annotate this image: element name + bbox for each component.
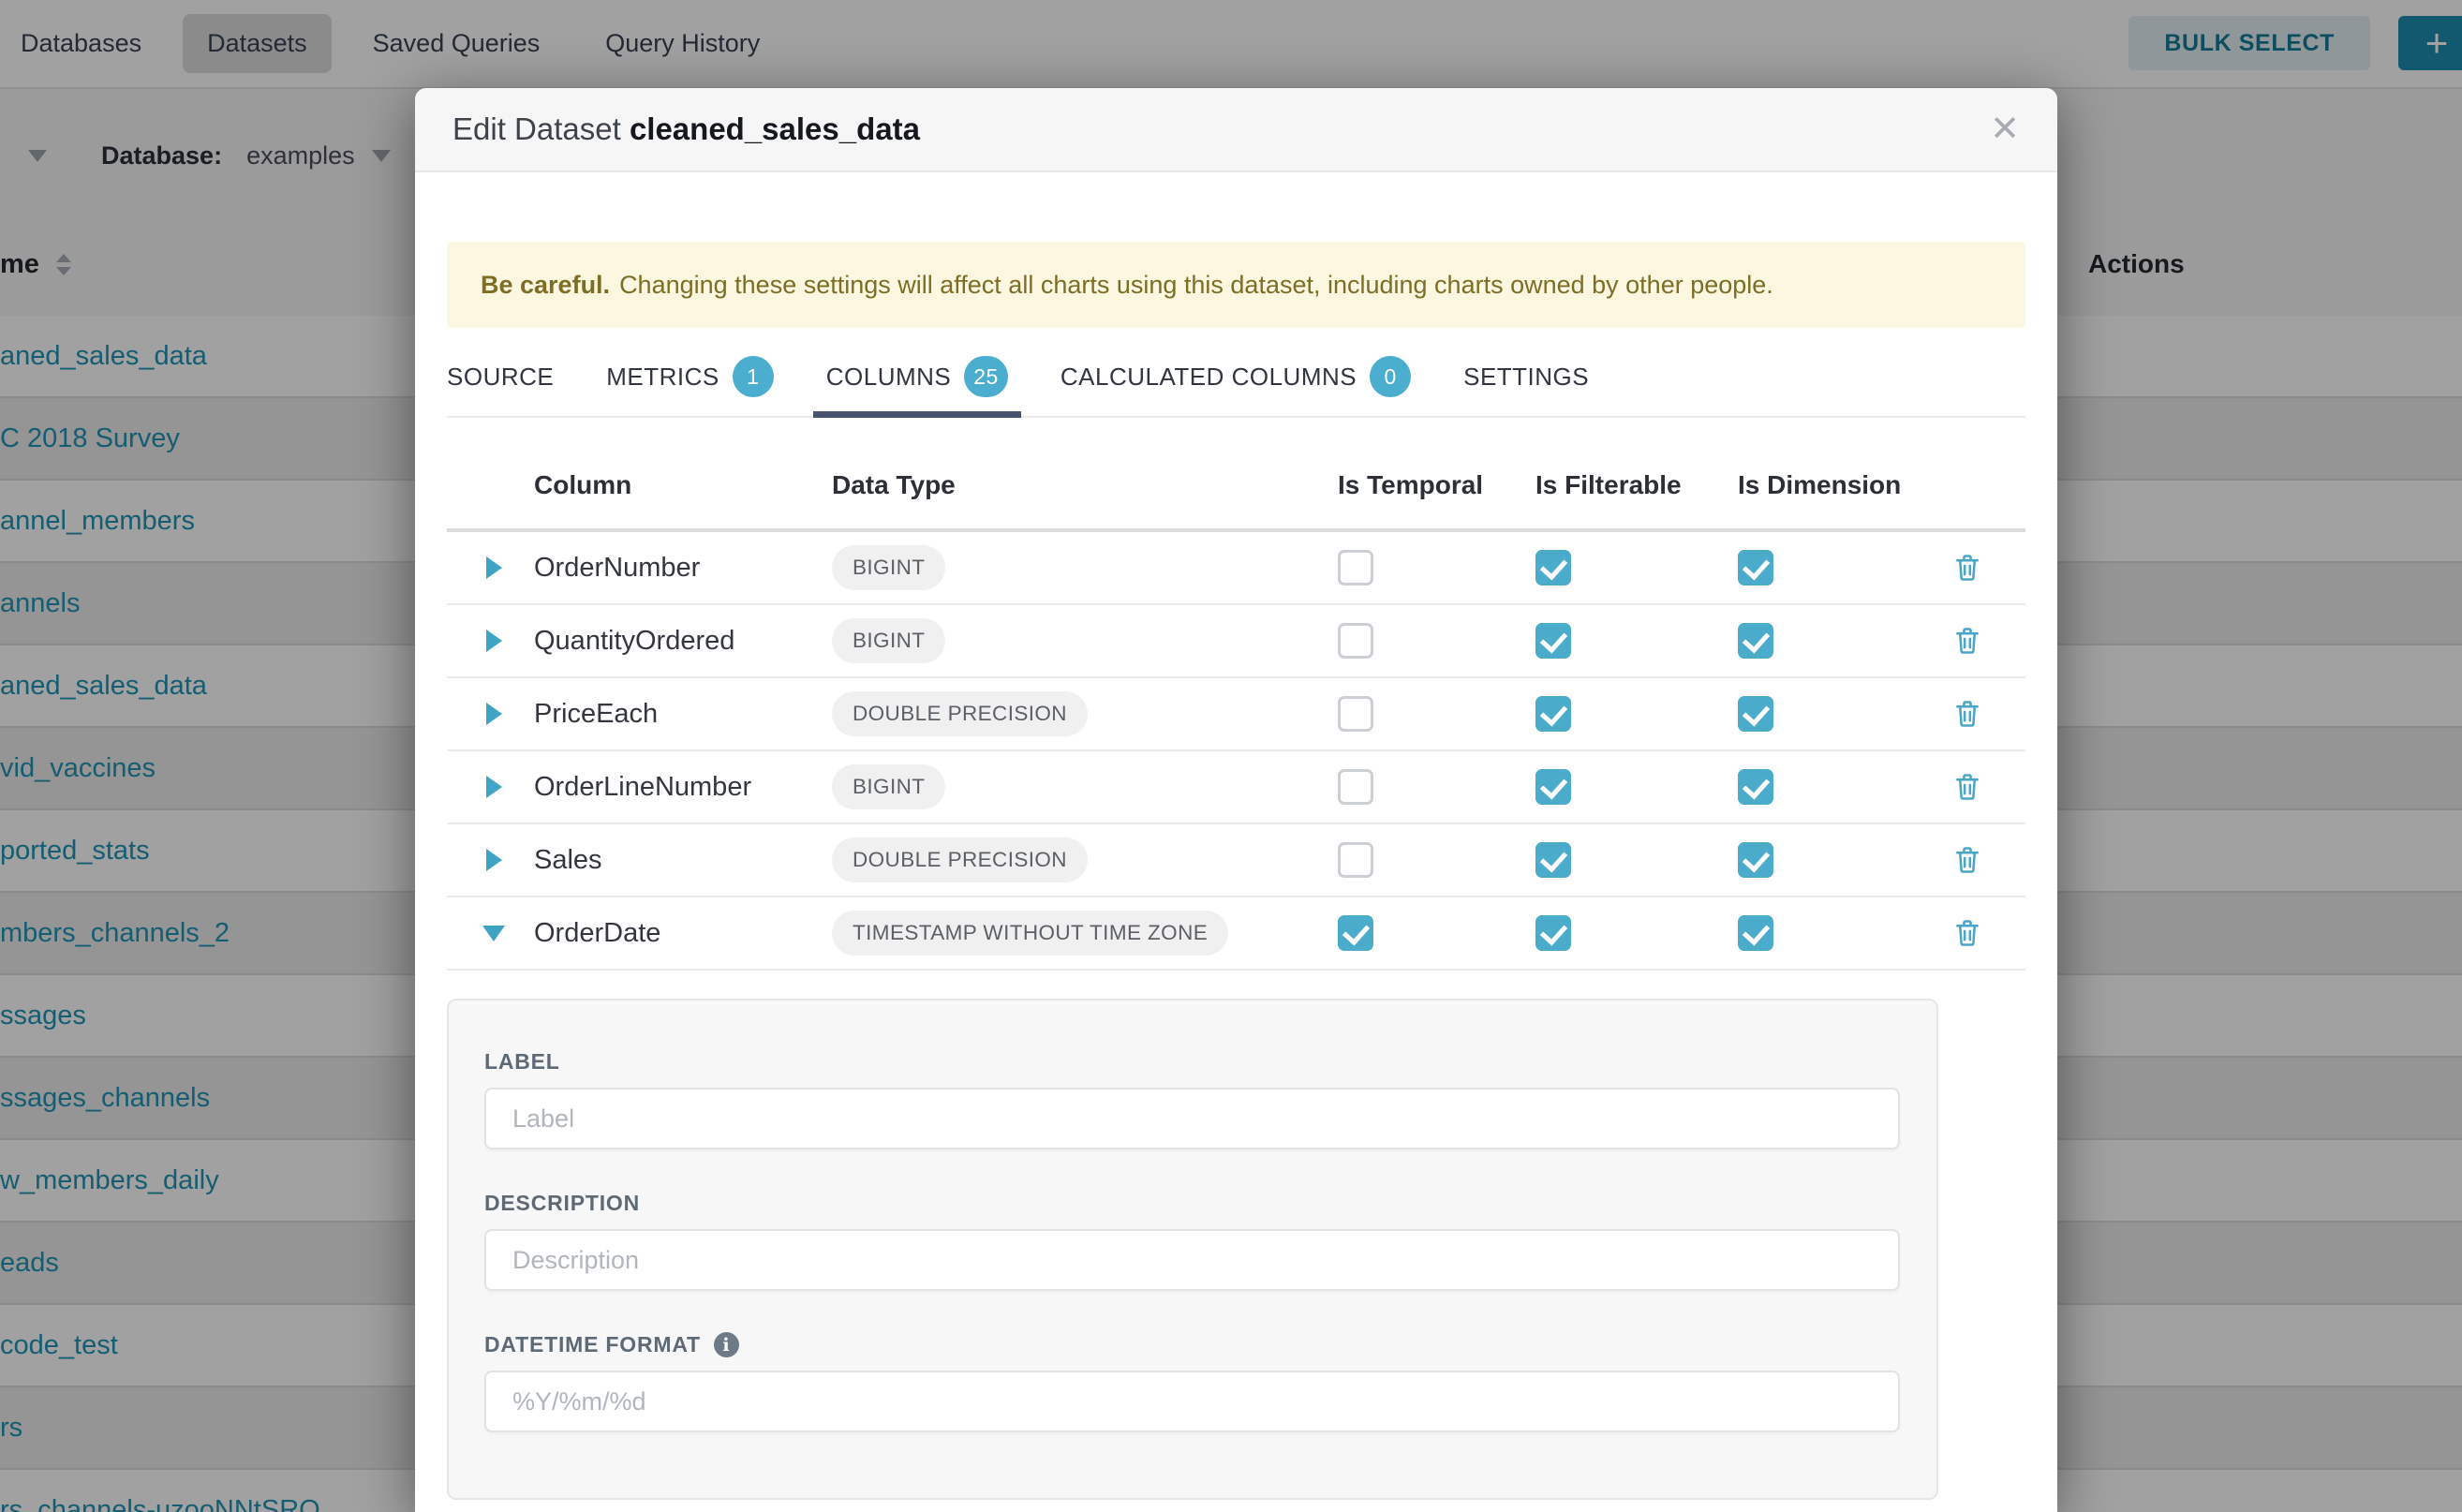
delete-icon[interactable] bbox=[1951, 552, 2025, 584]
columns-table-header: Column Data Type Is Temporal Is Filterab… bbox=[447, 429, 2025, 532]
header-column: Column bbox=[534, 470, 832, 500]
modal-tab-label: COLUMNS bbox=[826, 363, 952, 392]
tab-count-badge: 1 bbox=[733, 356, 774, 397]
column-name: Sales bbox=[534, 845, 832, 876]
tab-count-badge: 25 bbox=[964, 356, 1008, 397]
label-field-label: LABEL bbox=[484, 1049, 1899, 1075]
modal-tab[interactable]: SOURCE bbox=[447, 337, 554, 416]
column-row: OrderDate TIMESTAMP WITHOUT TIME ZONE bbox=[447, 897, 2025, 971]
column-name: PriceEach bbox=[534, 699, 832, 730]
is-filterable-checkbox[interactable] bbox=[1535, 550, 1571, 586]
data-type-badge: BIGINT bbox=[832, 618, 945, 663]
delete-icon[interactable] bbox=[1951, 844, 2025, 876]
modal-header: Edit Dataset cleaned_sales_data ✕ bbox=[415, 88, 2057, 172]
is-temporal-checkbox[interactable] bbox=[1338, 623, 1373, 659]
column-row: OrderLineNumber BIGINT bbox=[447, 751, 2025, 824]
is-dimension-checkbox[interactable] bbox=[1738, 623, 1773, 659]
delete-icon[interactable] bbox=[1951, 771, 2025, 803]
is-temporal-checkbox[interactable] bbox=[1338, 550, 1373, 586]
description-field-label: DESCRIPTION bbox=[484, 1191, 1899, 1216]
modal-tab[interactable]: SETTINGS bbox=[1463, 337, 1589, 416]
data-type-badge: DOUBLE PRECISION bbox=[832, 838, 1088, 882]
column-row: QuantityOrdered BIGINT bbox=[447, 605, 2025, 678]
is-dimension-checkbox[interactable] bbox=[1738, 842, 1773, 878]
modal-title-prefix: Edit Dataset bbox=[452, 111, 621, 146]
modal-tab[interactable]: CALCULATED COLUMNS 0 bbox=[1060, 337, 1411, 416]
column-row: PriceEach DOUBLE PRECISION bbox=[447, 678, 2025, 751]
is-filterable-checkbox[interactable] bbox=[1535, 623, 1571, 659]
label-input[interactable] bbox=[484, 1088, 1900, 1149]
is-temporal-checkbox[interactable] bbox=[1338, 769, 1373, 805]
expand-caret-icon[interactable] bbox=[486, 776, 502, 798]
datetime-format-label-text: DATETIME FORMAT bbox=[484, 1332, 701, 1357]
delete-icon[interactable] bbox=[1951, 625, 2025, 657]
screen: DatabasesDatasetsSaved QueriesQuery Hist… bbox=[0, 0, 2462, 1512]
modal-tab-label: METRICS bbox=[606, 363, 719, 392]
modal-tab-label: SOURCE bbox=[447, 363, 554, 392]
is-filterable-checkbox[interactable] bbox=[1535, 915, 1571, 951]
modal-dataset-name: cleaned_sales_data bbox=[630, 111, 920, 146]
modal-tabs: SOURCE METRICS 1 COLUMNS 25 CALCULATED C… bbox=[447, 337, 2025, 418]
header-is-filterable: Is Filterable bbox=[1535, 470, 1738, 500]
modal-tab[interactable]: COLUMNS 25 bbox=[826, 337, 1008, 416]
columns-table: Column Data Type Is Temporal Is Filterab… bbox=[447, 429, 2025, 971]
label-field-group: LABEL bbox=[484, 1049, 1899, 1149]
header-is-temporal: Is Temporal bbox=[1338, 470, 1535, 500]
is-filterable-checkbox[interactable] bbox=[1535, 842, 1571, 878]
modal-body: Be careful. Changing these settings will… bbox=[415, 172, 2057, 1500]
datetime-format-input[interactable] bbox=[484, 1371, 1900, 1432]
data-type-badge: TIMESTAMP WITHOUT TIME ZONE bbox=[832, 911, 1228, 956]
warning-text: Changing these settings will affect all … bbox=[619, 271, 1773, 300]
is-dimension-checkbox[interactable] bbox=[1738, 769, 1773, 805]
expand-caret-icon[interactable] bbox=[482, 926, 505, 941]
is-temporal-checkbox[interactable] bbox=[1338, 842, 1373, 878]
delete-icon[interactable] bbox=[1951, 917, 2025, 949]
data-type-badge: DOUBLE PRECISION bbox=[832, 691, 1088, 736]
data-type-badge: BIGINT bbox=[832, 545, 945, 590]
data-type-badge: BIGINT bbox=[832, 764, 945, 809]
warning-banner: Be careful. Changing these settings will… bbox=[447, 242, 2025, 328]
datetime-format-field-group: DATETIME FORMAT i bbox=[484, 1332, 1899, 1432]
tab-count-badge: 0 bbox=[1370, 356, 1411, 397]
is-dimension-checkbox[interactable] bbox=[1738, 915, 1773, 951]
modal-tab-label: CALCULATED COLUMNS bbox=[1060, 363, 1357, 392]
column-row: Sales DOUBLE PRECISION bbox=[447, 824, 2025, 897]
columns-table-body: OrderNumber BIGINT QuantityOrdered BIGIN… bbox=[447, 532, 2025, 971]
info-icon[interactable]: i bbox=[714, 1332, 739, 1357]
modal-tab[interactable]: METRICS 1 bbox=[606, 337, 774, 416]
column-name: OrderNumber bbox=[534, 553, 832, 584]
modal-title: Edit Dataset cleaned_sales_data bbox=[452, 111, 920, 147]
datetime-format-field-label: DATETIME FORMAT i bbox=[484, 1332, 1899, 1357]
is-filterable-checkbox[interactable] bbox=[1535, 769, 1571, 805]
delete-icon[interactable] bbox=[1951, 698, 2025, 730]
is-temporal-checkbox[interactable] bbox=[1338, 696, 1373, 732]
header-data-type: Data Type bbox=[832, 470, 1338, 500]
column-name: OrderLineNumber bbox=[534, 772, 832, 803]
column-name: QuantityOrdered bbox=[534, 626, 832, 657]
column-name: OrderDate bbox=[534, 918, 832, 949]
description-input[interactable] bbox=[484, 1229, 1900, 1291]
header-is-dimension: Is Dimension bbox=[1738, 470, 1951, 500]
is-temporal-checkbox[interactable] bbox=[1338, 915, 1373, 951]
expand-caret-icon[interactable] bbox=[486, 703, 502, 725]
modal-tab-label: SETTINGS bbox=[1463, 363, 1589, 392]
column-detail-panel: LABEL DESCRIPTION DATETIME FORMAT i bbox=[447, 999, 1938, 1500]
is-dimension-checkbox[interactable] bbox=[1738, 550, 1773, 586]
expand-caret-icon[interactable] bbox=[486, 556, 502, 579]
expand-caret-icon[interactable] bbox=[486, 630, 502, 652]
edit-dataset-modal: Edit Dataset cleaned_sales_data ✕ Be car… bbox=[415, 88, 2057, 1512]
expand-caret-icon[interactable] bbox=[486, 849, 502, 871]
column-row: OrderNumber BIGINT bbox=[447, 532, 2025, 605]
description-field-group: DESCRIPTION bbox=[484, 1191, 1899, 1291]
is-filterable-checkbox[interactable] bbox=[1535, 696, 1571, 732]
is-dimension-checkbox[interactable] bbox=[1738, 696, 1773, 732]
warning-bold: Be careful. bbox=[481, 271, 610, 300]
close-icon[interactable]: ✕ bbox=[1990, 111, 2020, 147]
